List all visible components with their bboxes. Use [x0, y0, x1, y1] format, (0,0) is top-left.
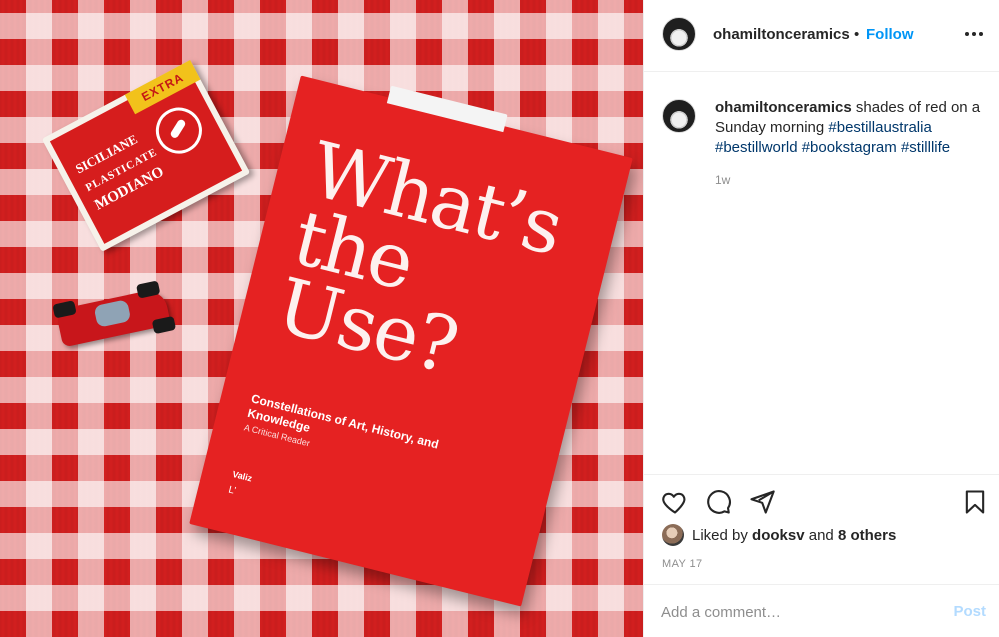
liker-avatar — [662, 524, 684, 546]
book-title: What’s the Use? — [268, 124, 571, 391]
share-icon[interactable] — [748, 488, 776, 516]
heart-icon[interactable] — [661, 488, 689, 516]
likes-prefix: Liked by — [692, 526, 753, 544]
action-bar — [644, 474, 999, 528]
likes-text: Liked by dooksv and 8 others — [692, 527, 896, 544]
card-box: EXTRA SICILIANE PLASTICATE MODIANO — [41, 60, 251, 252]
hashtag-link[interactable]: #bookstagram — [802, 139, 897, 156]
card-box-extra-label: EXTRA — [124, 60, 201, 115]
likes-middle: and — [804, 526, 838, 544]
bookmark-icon[interactable] — [961, 488, 989, 516]
hashtag-link[interactable]: #bestillworld — [715, 139, 798, 156]
comment-row: Post — [644, 584, 999, 637]
header-username[interactable]: ohamiltonceramics — [713, 26, 850, 43]
book: What’s the Use? Constellations of Art, H… — [189, 75, 633, 607]
follow-button[interactable]: Follow — [866, 26, 914, 43]
hashtag-link[interactable]: #bestillaustralia — [828, 119, 931, 136]
post-header: ohamiltonceramics • Follow — [644, 0, 999, 72]
book-bookmark — [386, 85, 508, 133]
comment-input[interactable] — [661, 599, 921, 625]
more-options-icon[interactable] — [962, 22, 986, 46]
post-photo[interactable]: EXTRA SICILIANE PLASTICATE MODIANO What’… — [0, 0, 643, 637]
avatar[interactable] — [662, 17, 696, 51]
likes-summary[interactable]: Liked by dooksv and 8 others — [662, 524, 896, 546]
post-date[interactable]: MAY 17 — [662, 558, 703, 570]
toy-car — [46, 277, 184, 355]
comment-icon[interactable] — [704, 488, 732, 516]
caption-text: ohamiltonceramics shades of red on a Sun… — [715, 98, 985, 158]
toy-car-wheel — [151, 315, 177, 335]
hashtag-link[interactable]: #stilllife — [901, 139, 950, 156]
book-publisher-mark: L’ — [227, 484, 237, 497]
post-panel: ohamiltonceramics • Follow ohamiltoncera… — [643, 0, 999, 637]
caption-avatar[interactable] — [662, 99, 696, 133]
post-comment-button[interactable]: Post — [953, 603, 986, 620]
caption-age[interactable]: 1w — [715, 173, 730, 187]
separator-dot: • — [854, 26, 860, 43]
liker-username[interactable]: dooksv — [752, 527, 805, 544]
book-publisher: Valiz — [231, 468, 254, 484]
likes-others[interactable]: 8 others — [838, 527, 896, 544]
caption-username[interactable]: ohamiltonceramics — [715, 99, 852, 116]
